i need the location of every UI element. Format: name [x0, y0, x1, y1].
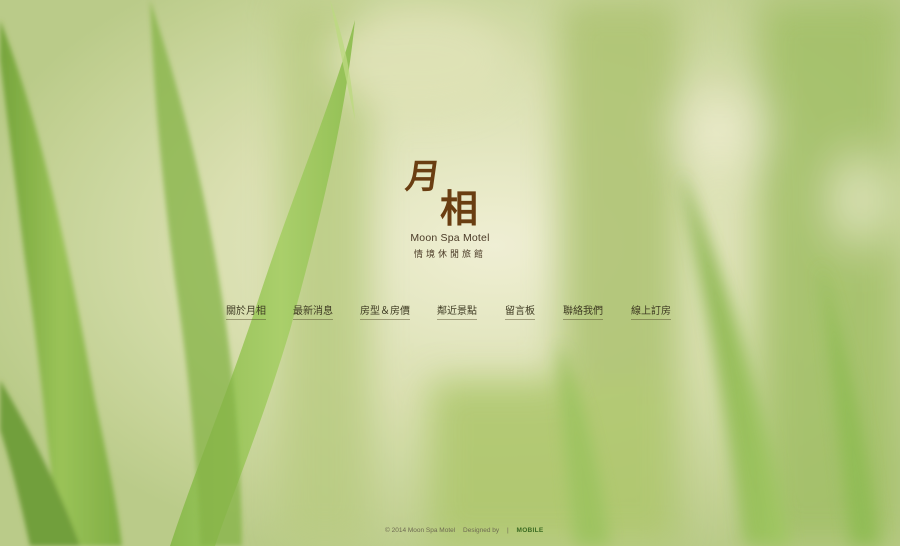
nav-item-rooms-rates[interactable]: 房型＆房價 — [360, 302, 410, 320]
nav-item-news[interactable]: 最新消息 — [293, 302, 333, 320]
logo-character-moon: 月 — [403, 157, 443, 197]
site-logo[interactable]: 月 相 Moon Spa Motel 情境休閒旅館 — [394, 156, 506, 260]
footer-separator: | — [506, 527, 509, 534]
logo-subtitle: 情境休閒旅館 — [413, 250, 486, 260]
main-nav: 關於月相 最新消息 房型＆房價 鄰近景點 留言板 聯絡我們 線上訂房 — [0, 302, 900, 322]
nav-item-booking[interactable]: 線上訂房 — [631, 302, 671, 320]
logo-character-xiang: 相 — [440, 186, 479, 231]
nav-item-about[interactable]: 關於月相 — [226, 302, 266, 320]
background-image — [0, 0, 900, 546]
nav-item-guestbook[interactable]: 留言板 — [505, 302, 535, 320]
logo-english-name: Moon Spa Motel — [410, 232, 490, 244]
nav-item-attractions[interactable]: 鄰近景點 — [437, 302, 477, 320]
footer: © 2014 Moon Spa Motel Designed by | MOBI… — [385, 527, 550, 534]
footer-designed-by: Designed by — [463, 527, 500, 534]
designer-logo[interactable]: MOBILE — [516, 527, 543, 534]
nav-item-contact[interactable]: 聯絡我們 — [563, 302, 603, 320]
footer-copyright: © 2014 Moon Spa Motel — [385, 527, 456, 534]
